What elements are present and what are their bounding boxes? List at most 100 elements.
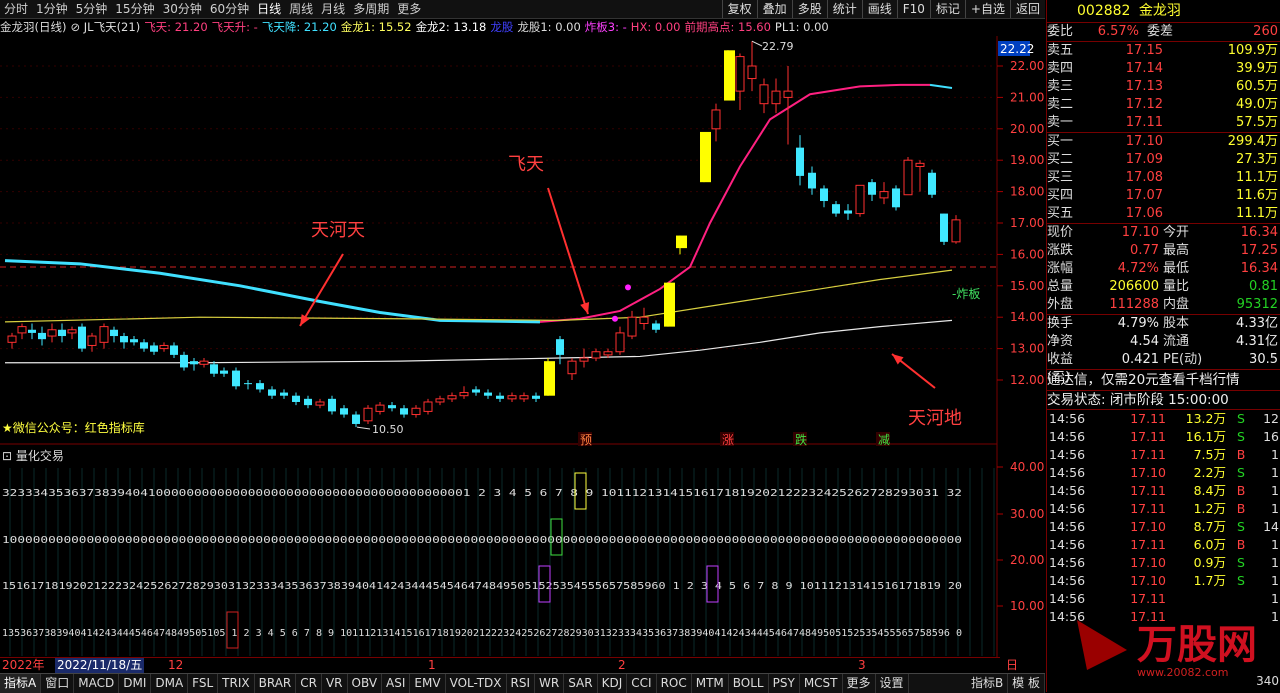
indicator-tab[interactable]: CR (296, 674, 322, 693)
tick-side: S (1237, 573, 1245, 588)
book-volume: 57.5万 (1236, 115, 1278, 130)
indicator-tab[interactable]: BRAR (255, 674, 297, 693)
kline-chart[interactable]: 22.00 21.00 20.00 19.00 18.00 17.00 16.00 15.00… (0, 36, 1045, 657)
indicator-tab[interactable]: VR (322, 674, 348, 693)
tick-side: B (1236, 537, 1246, 552)
stat-value: 4.33亿 (1236, 316, 1278, 331)
stock-name: 金龙羽 (1138, 3, 1181, 19)
candle-body (519, 395, 529, 400)
indicator-tab[interactable]: ROC (657, 674, 692, 693)
indicator-tab[interactable]: TRIX (218, 674, 255, 693)
indicator-tab[interactable]: EMV (410, 674, 446, 693)
tick-time: 14:56 (1049, 519, 1086, 534)
tick-price: 17.11 (1130, 483, 1166, 498)
period-tab[interactable]: 分时 (0, 0, 32, 18)
candle-body (928, 172, 936, 195)
tool-button[interactable]: 画线 (861, 0, 897, 18)
candle-body (771, 90, 781, 105)
book-row: 买三 17.08 11.1万 (1047, 169, 1280, 187)
indicator-tab[interactable]: BOLL (729, 674, 769, 693)
book-row: 买二 17.09 27.3万 (1047, 151, 1280, 169)
stat-value: 4.31亿 (1236, 334, 1278, 349)
tick-volume: 2.2万 (1193, 465, 1226, 480)
tool-button[interactable]: 叠加 (756, 0, 792, 18)
indicator-tab[interactable]: PSY (769, 674, 800, 693)
indicator-tab[interactable]: DMI (119, 674, 152, 693)
book-volume: 11.1万 (1236, 206, 1278, 221)
indicator-tab[interactable]: 更多 (843, 674, 876, 693)
indicator-tab-right[interactable]: 指标B (967, 674, 1009, 693)
candle-body (556, 339, 564, 355)
tool-button[interactable]: 标记 (929, 0, 965, 18)
date-axis-label: 12 (168, 658, 184, 672)
arrow-tianhetian-head (300, 314, 310, 326)
watermark: 万股网 www.20082.com (1067, 610, 1277, 680)
candle-body (180, 354, 188, 368)
candle-body (820, 188, 828, 202)
indicator-tab[interactable]: RSI (507, 674, 536, 693)
candle-body (47, 329, 57, 337)
indicator-tab[interactable]: 设置 (876, 674, 909, 693)
stat-label: 最高 (1163, 243, 1190, 258)
indicator-tab[interactable]: SAR (564, 674, 598, 693)
indicator-tab[interactable]: 窗口 (41, 674, 75, 693)
indicator-tab[interactable]: MTM (692, 674, 729, 693)
tool-button[interactable]: F10 (896, 0, 930, 18)
tool-button[interactable]: 统计 (826, 0, 862, 18)
tool-button[interactable]: 返回 (1009, 0, 1045, 18)
candle-body (903, 159, 913, 196)
indicator-tab[interactable]: DMA (151, 674, 189, 693)
tick-volume: 6.0万 (1193, 537, 1226, 552)
tick-side: S (1237, 465, 1245, 480)
tool-button[interactable]: 复权 (721, 0, 757, 18)
period-tab[interactable]: 15分钟 (111, 0, 158, 18)
tool-button[interactable]: 多股 (791, 0, 827, 18)
candle-body (388, 405, 396, 409)
indicator-tab[interactable]: FSL (188, 674, 219, 693)
book-level: 卖四 (1047, 61, 1074, 76)
tick-price: 17.10 (1130, 555, 1166, 570)
period-tab[interactable]: 月线 (317, 0, 349, 18)
indicator-tab[interactable]: 指标A (0, 674, 42, 693)
candle-body (496, 395, 504, 399)
tool-button[interactable]: +自选 (964, 0, 1010, 18)
period-tab[interactable]: 30分钟 (159, 0, 206, 18)
tick-side: B (1236, 501, 1246, 516)
period-tab[interactable]: 5分钟 (72, 0, 112, 18)
candle-body (423, 401, 433, 412)
period-tab[interactable]: 多周期 (349, 0, 393, 18)
candle-body (340, 408, 348, 415)
stat-value: 4.54 (1130, 334, 1159, 349)
candle-body (159, 344, 169, 350)
period-tab[interactable]: 更多 (393, 0, 425, 18)
stat-row: 现价 17.10 今开 16.34 (1047, 224, 1280, 242)
candle-body (940, 213, 948, 242)
period-tab[interactable]: 日线 (253, 0, 285, 18)
indicator-tab[interactable]: WR (535, 674, 565, 693)
indicator-tab[interactable]: ASI (382, 674, 411, 693)
tick-volume (1166, 590, 1226, 608)
indicator-tab-right[interactable]: 模 板 (1008, 674, 1045, 693)
candle-body (150, 345, 158, 352)
period-tab[interactable]: 1分钟 (32, 0, 72, 18)
period-tab[interactable]: 60分钟 (206, 0, 253, 18)
book-price: 17.12 (1125, 97, 1163, 112)
tick-time: 14:56 (1049, 501, 1086, 516)
indicator-tab[interactable]: CCI (627, 674, 657, 693)
candle-body (140, 342, 148, 349)
indicator-tab[interactable]: VOL-TDX (446, 674, 507, 693)
indicator-tab[interactable]: MACD (74, 674, 120, 693)
period-tab[interactable]: 周线 (285, 0, 317, 18)
tick-side: B (1236, 447, 1246, 462)
candle-body (120, 336, 128, 343)
book-row: 卖四 17.14 39.9万 (1047, 60, 1280, 78)
candle-body (292, 395, 300, 402)
indicator-tab[interactable]: KDJ (598, 674, 628, 693)
indicator-tab[interactable]: OBV (348, 674, 383, 693)
candle-body (17, 326, 27, 334)
tick-time: 14:56 (1049, 591, 1086, 606)
tick-count: 1 (1271, 591, 1279, 606)
promo-link[interactable]: 通达信，仅需20元查看千档行情 (1047, 369, 1280, 390)
candle-body (639, 316, 649, 324)
indicator-tab[interactable]: MCST (800, 674, 843, 693)
